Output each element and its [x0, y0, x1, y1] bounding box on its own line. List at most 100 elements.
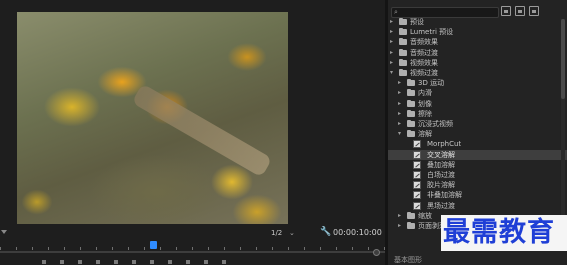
transition-effect-icon	[413, 140, 421, 149]
folder-icon	[399, 58, 407, 66]
playhead[interactable]	[150, 241, 157, 249]
folder-icon	[407, 211, 415, 219]
tree-item-label: 溶解	[418, 130, 432, 139]
chevron-down-icon[interactable]	[0, 229, 8, 235]
video-branch-shape	[131, 83, 273, 178]
tree-folder-row[interactable]: ▸ 音频过渡	[388, 48, 567, 58]
transition-effect-icon	[413, 201, 421, 210]
transition-effect-icon	[413, 150, 421, 159]
tree-item-label: 非叠加溶解	[427, 191, 462, 200]
folder-icon	[407, 89, 415, 97]
play-icon[interactable]	[112, 258, 120, 265]
zoom-scroll-handle[interactable]	[373, 249, 380, 256]
watermark-logo: 最需教育	[441, 215, 567, 251]
32bit-effects-icon[interactable]	[515, 6, 525, 16]
time-ruler[interactable]	[0, 247, 385, 250]
chevron-right-icon[interactable]: ▸	[398, 212, 404, 219]
search-input[interactable]	[403, 8, 497, 17]
tree-item-label: 沉浸式视频	[418, 120, 453, 128]
go-to-out-icon[interactable]	[148, 258, 156, 265]
transport-controls	[40, 258, 290, 265]
tree-item-label: 交叉溶解	[427, 150, 455, 159]
step-back-icon[interactable]	[94, 258, 102, 265]
tree-item-label: 3D 运动	[418, 79, 445, 88]
tree-folder-row[interactable]: ▸ 视频效果	[388, 58, 567, 68]
tree-effect-row[interactable]: MorphCut	[388, 139, 567, 149]
chevron-right-icon[interactable]: ▸	[390, 39, 396, 45]
lift-icon[interactable]	[166, 258, 174, 265]
tree-folder-row[interactable]: ▸ 3D 运动	[388, 78, 567, 88]
effects-tree: ▸ 预设 ▸ Lumetri 预设 ▸ 音频效果 ▸ 音频过渡 ▸ 视频效果 ▾ 视频过渡 ▸ 3D 运动…	[388, 17, 567, 232]
mark-out-icon[interactable]	[58, 258, 66, 265]
chevron-down-icon[interactable]: ▾	[390, 70, 396, 76]
tree-item-label: 视频效果	[410, 58, 438, 67]
folder-icon	[407, 99, 415, 107]
transition-effect-icon	[413, 160, 421, 169]
step-forward-icon[interactable]	[130, 258, 138, 265]
tree-item-label: 划像	[418, 99, 432, 108]
tree-item-label: MorphCut	[427, 140, 462, 149]
tree-folder-row[interactable]: ▸ 音频效果	[388, 37, 567, 47]
essential-graphics-tab[interactable]: 基本图形	[394, 256, 422, 265]
tree-effect-row[interactable]: 白场过渡	[388, 170, 567, 180]
tree-item-label: 音频效果	[410, 38, 438, 47]
zoom-chevron-icon[interactable]: ⌄	[289, 228, 297, 238]
video-preview[interactable]	[17, 12, 288, 224]
tree-item-label: 擦除	[418, 109, 432, 118]
tree-effect-row[interactable]: 黑场过渡	[388, 201, 567, 211]
wrench-icon[interactable]: 🔧	[320, 227, 331, 238]
tree-item-label: 黑场过渡	[427, 201, 455, 210]
tree-folder-row[interactable]: ▾ 视频过渡	[388, 68, 567, 78]
folder-icon	[407, 79, 415, 87]
folder-icon	[407, 120, 415, 127]
folder-icon	[399, 18, 407, 25]
chevron-right-icon[interactable]: ▸	[398, 90, 404, 96]
add-icon[interactable]	[220, 258, 228, 265]
chevron-right-icon[interactable]: ▸	[390, 19, 396, 25]
chevron-right-icon[interactable]: ▸	[398, 100, 404, 107]
tree-folder-row[interactable]: ▸ 内滑	[388, 88, 567, 98]
tree-effect-row[interactable]: 交叉溶解	[388, 149, 567, 160]
folder-icon	[399, 48, 407, 56]
extract-icon[interactable]	[184, 258, 192, 265]
folder-icon	[407, 130, 415, 138]
chevron-down-icon[interactable]: ▾	[398, 131, 404, 137]
tree-item-label: 胶片溶解	[427, 181, 455, 190]
transition-effect-icon	[413, 181, 421, 190]
folder-icon	[407, 109, 415, 117]
chevron-right-icon[interactable]: ▸	[398, 121, 404, 127]
timeline-track[interactable]	[0, 251, 385, 253]
tree-folder-row[interactable]: ▸ 沉浸式视频	[388, 119, 567, 129]
search-icon: ⌕	[394, 8, 398, 16]
tree-effect-row[interactable]: 胶片溶解	[388, 180, 567, 190]
transition-effect-icon	[413, 171, 421, 179]
yuv-effects-icon[interactable]	[529, 6, 539, 16]
tree-folder-row[interactable]: ▾ 溶解	[388, 129, 567, 139]
tree-folder-row[interactable]: ▸ 划像	[388, 99, 567, 109]
tree-item-label: 内滑	[418, 89, 432, 98]
tree-item-label: 叠加溶解	[427, 160, 455, 169]
program-monitor: 1/2 ⌄ 🔧 00:00:10:00	[0, 0, 385, 265]
chevron-right-icon[interactable]: ▸	[390, 49, 396, 56]
folder-icon	[399, 69, 407, 76]
tree-folder-row[interactable]: ▸ 预设	[388, 17, 567, 27]
chevron-right-icon[interactable]: ▸	[398, 223, 404, 229]
transition-effect-icon	[413, 191, 421, 200]
chevron-right-icon[interactable]: ▸	[398, 110, 404, 117]
export-frame-icon[interactable]	[202, 258, 210, 265]
tree-item-label: Lumetri 预设	[410, 28, 454, 37]
tree-effect-row[interactable]: 叠加溶解	[388, 160, 567, 170]
chevron-right-icon[interactable]: ▸	[398, 80, 404, 86]
tree-effect-row[interactable]: 非叠加溶解	[388, 190, 567, 200]
go-to-in-icon[interactable]	[76, 258, 84, 265]
effects-scroll-thumb[interactable]	[561, 19, 565, 99]
tree-item-label: 音频过渡	[410, 48, 438, 57]
chevron-right-icon[interactable]: ▸	[390, 59, 396, 66]
tree-folder-row[interactable]: ▸ 擦除	[388, 109, 567, 119]
accelerated-effects-icon[interactable]	[501, 6, 511, 16]
folder-icon	[399, 28, 407, 36]
chevron-right-icon[interactable]: ▸	[390, 29, 396, 35]
tree-folder-row[interactable]: ▸ Lumetri 预设	[388, 27, 567, 37]
mark-in-icon[interactable]	[40, 258, 48, 265]
tree-item-label: 视频过渡	[410, 69, 438, 77]
